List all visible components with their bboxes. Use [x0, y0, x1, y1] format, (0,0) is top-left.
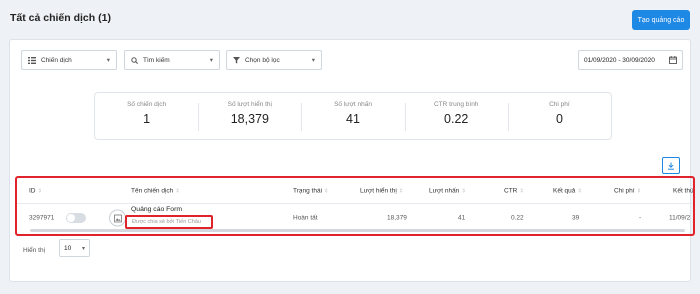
stat-value: 18,379: [230, 112, 269, 126]
download-icon: [667, 157, 675, 175]
campaign-name-link[interactable]: Quảng cáo Form: [131, 206, 182, 213]
cell-ctr: 0.22: [511, 214, 524, 222]
list-icon: [28, 56, 36, 64]
stat-value: 41: [346, 112, 360, 126]
col-impressions[interactable]: Lượt hiển thị ⇕: [360, 187, 403, 194]
col-name-label: Tên chiến dịch: [131, 187, 174, 194]
table-header: ID ⇕ Tên chiến dịch ⇕ Trạng thái ⇕ Lượt hiể…: [17, 178, 693, 204]
search-icon: [131, 56, 138, 64]
col-cost[interactable]: Chi phí ⇕: [614, 187, 641, 194]
stat-label: Số chiến dịch: [127, 101, 167, 108]
col-end[interactable]: Kết thú: [673, 187, 694, 194]
create-ad-button[interactable]: Tạo quảng cáo: [632, 10, 690, 30]
col-clicks[interactable]: Lượt nhấn ⇕: [429, 187, 466, 194]
stat-label: Số lượt nhấn: [334, 101, 372, 108]
date-range-picker[interactable]: 01/09/2020 - 30/09/2020: [578, 50, 683, 70]
stat-ctr: CTR trung bình 0.22: [404, 93, 508, 139]
col-ctr-label: CTR: [504, 187, 518, 194]
date-range-value: 01/09/2020 - 30/09/2020: [584, 56, 655, 64]
show-label: Hiển thị: [23, 247, 46, 254]
image-icon: [113, 214, 122, 222]
table-row[interactable]: 3297971 Quảng cáo Form Được chia sẻ bởi …: [17, 204, 693, 232]
campaign-select-label: Chiến dịch: [41, 56, 72, 64]
cell-id: 3297971: [29, 214, 55, 222]
stat-cost: Chi phí 0: [507, 93, 611, 139]
stats-summary: Số chiến dịch 1 Số lượt hiển thị 18,379 …: [94, 92, 612, 140]
stat-value: 0.22: [444, 112, 469, 126]
sort-icon: ⇕: [398, 188, 404, 194]
campaign-toggle[interactable]: [66, 213, 86, 223]
filter-select[interactable]: Chọn bộ lọc ▾: [226, 50, 322, 70]
chevron-down-icon: ▾: [209, 57, 213, 64]
campaign-table: ID ⇕ Tên chiến dịch ⇕ Trạng thái ⇕ Lượt hiể…: [15, 176, 695, 236]
sort-icon: ⇕: [636, 188, 642, 194]
filter-select-label: Chọn bộ lọc: [245, 56, 280, 64]
col-impressions-label: Lượt hiển thị: [360, 187, 397, 194]
sort-icon: ⇕: [519, 188, 524, 194]
stat-impressions: Số lượt hiển thị 18,379: [198, 93, 301, 139]
col-name[interactable]: Tên chiến dịch ⇕: [131, 187, 180, 194]
chevron-down-icon: ▾: [106, 57, 110, 64]
search-input-label: Tìm kiếm: [143, 56, 170, 64]
chevron-down-icon: ▾: [81, 245, 85, 252]
campaign-creator: Được chia sẻ bởi Tiến Châu: [125, 215, 213, 229]
col-results[interactable]: Kết quả ⇕: [553, 187, 582, 194]
search-input[interactable]: Tìm kiếm ▾: [124, 50, 220, 70]
campaign-card: Chiến dịch ▾ Tìm kiếm ▾ Chọn bộ lọc ▾ 01…: [9, 39, 695, 282]
chevron-down-icon: ▾: [311, 57, 315, 64]
horizontal-scrollbar[interactable]: [30, 229, 685, 232]
cell-end: 11/09/2: [669, 214, 691, 222]
col-status-label: Trạng thái: [293, 187, 323, 194]
col-id-label: ID: [29, 187, 36, 194]
stat-label: Số lượt hiển thị: [227, 101, 272, 108]
campaign-select[interactable]: Chiến dịch ▾: [21, 50, 117, 70]
page-title: Tất cả chiến dịch (1): [10, 12, 111, 24]
col-ctr[interactable]: CTR ⇕: [504, 187, 524, 194]
cell-impressions: 18,379: [387, 214, 407, 222]
sort-icon: ⇕: [175, 188, 180, 194]
col-id[interactable]: ID ⇕: [29, 187, 42, 194]
per-page-value: 10: [64, 244, 72, 252]
per-page-select[interactable]: 10 ▾: [59, 239, 90, 257]
sort-icon: ⇕: [461, 188, 466, 194]
sort-icon: ⇕: [37, 188, 43, 194]
sort-icon: ⇕: [577, 188, 583, 194]
cell-status: Hoàn tất: [293, 214, 318, 222]
col-cost-label: Chi phí: [614, 187, 635, 194]
cell-clicks: 41: [458, 214, 466, 222]
cell-cost: -: [639, 214, 642, 222]
col-results-label: Kết quả: [553, 187, 576, 194]
filter-icon: [233, 56, 240, 64]
stat-label: Chi phí: [549, 101, 570, 108]
col-end-label: Kết thú: [673, 187, 694, 194]
stat-label: CTR trung bình: [433, 101, 479, 108]
col-clicks-label: Lượt nhấn: [429, 187, 460, 194]
stat-clicks: Số lượt nhấn 41: [301, 93, 404, 139]
calendar-icon: [669, 56, 677, 64]
download-button[interactable]: [662, 157, 680, 174]
sort-icon: ⇕: [324, 188, 329, 194]
stat-value: 1: [143, 112, 151, 126]
col-status[interactable]: Trạng thái ⇕: [293, 187, 329, 194]
stat-campaigns: Số chiến dịch 1: [95, 93, 198, 139]
campaign-thumbnail: [109, 209, 126, 227]
stat-value: 0: [555, 112, 563, 126]
cell-results: 39: [572, 214, 580, 222]
